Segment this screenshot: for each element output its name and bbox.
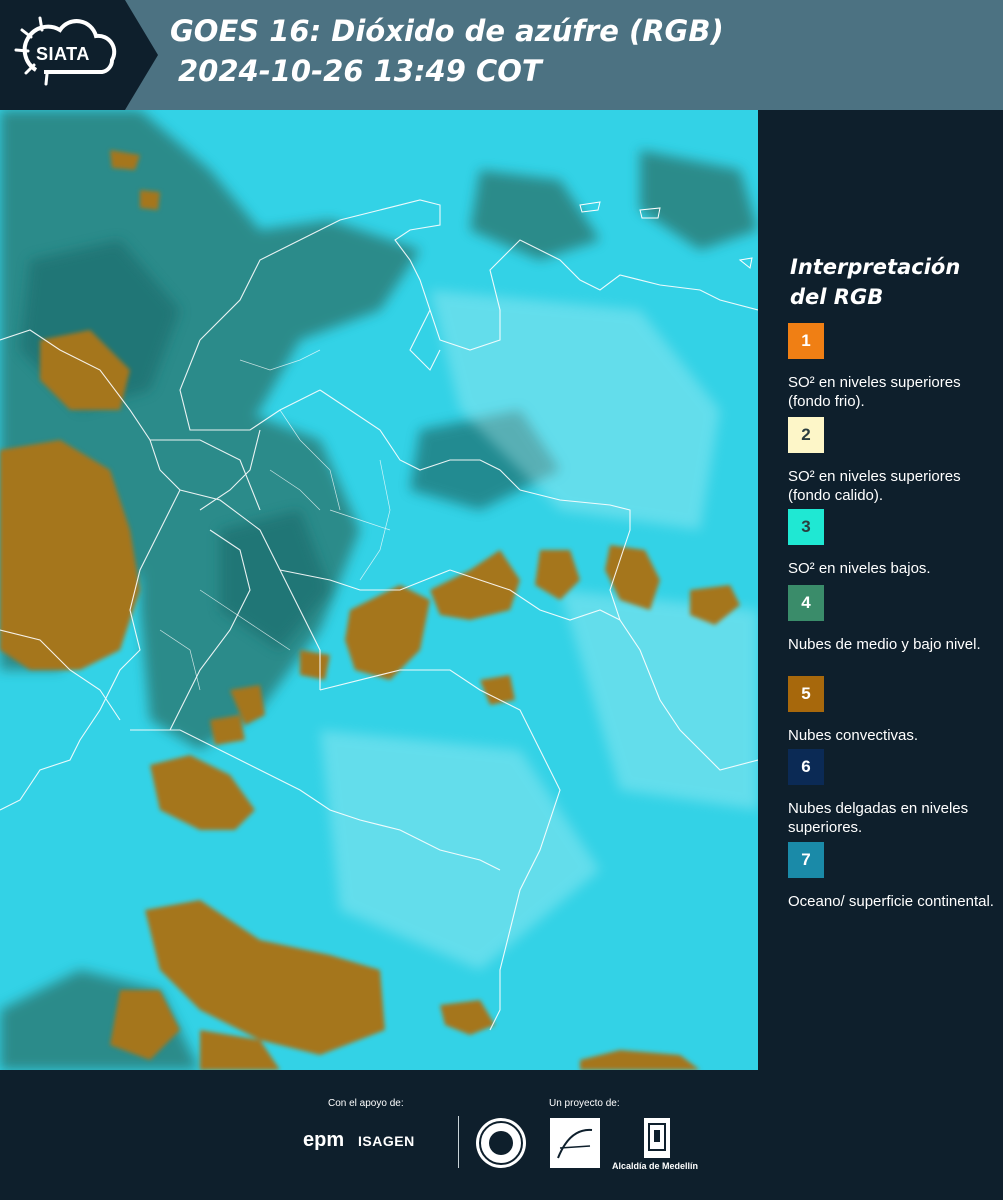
legend-item-3: 3 SO² en niveles bajos. [788, 509, 998, 578]
legend-label-1: SO² en niveles superiores (fondo frio). [788, 374, 961, 410]
legend-swatch-7: 7 [788, 842, 824, 878]
footer: Con el apoyo de: Un proyecto de: epm ISA… [0, 1070, 1003, 1200]
project-label: Un proyecto de: [549, 1098, 620, 1109]
legend-swatch-4: 4 [788, 585, 824, 621]
legend-panel: Interpretación del RGB 1 SO² en niveles … [758, 110, 1003, 1070]
epm-logo: epm [303, 1129, 345, 1151]
legend-label-4: Nubes de medio y bajo nivel. [788, 636, 981, 653]
legend-swatch-5: 5 [788, 676, 824, 712]
legend-item-1: 1 SO² en niveles superiores (fondo frio)… [788, 323, 998, 411]
legend-label-5: Nubes convectivas. [788, 727, 919, 744]
alcaldia-label: Alcaldía de Medellín [612, 1161, 699, 1171]
footer-divider [458, 1116, 459, 1168]
legend-swatch-6: 6 [788, 749, 824, 785]
legend-item-4: 4 Nubes de medio y bajo nivel. [788, 585, 998, 654]
legend-swatch-1: 1 [788, 323, 824, 359]
legend-swatch-3: 3 [788, 509, 824, 545]
support-label: Con el apoyo de: [328, 1098, 404, 1109]
legend-swatch-2: 2 [788, 417, 824, 453]
alcaldia-shield-icon [644, 1118, 670, 1158]
medellin-seal-logo [476, 1118, 526, 1168]
area-metropolitana-logo [550, 1118, 600, 1168]
legend-item-7: 7 Oceano/ superficie continental. [788, 842, 998, 911]
legend-item-6: 6 Nubes delgadas en niveles superiores. [788, 749, 998, 837]
map-title: GOES 16: Dióxido de azúfre (RGB) [170, 14, 724, 48]
legend-label-6: Nubes delgadas en niveles superiores. [788, 800, 969, 836]
legend-label-3: SO² en niveles bajos. [788, 560, 931, 577]
isagen-logo: ISAGEN [358, 1133, 415, 1149]
legend-title: Interpretación del RGB [790, 255, 961, 309]
legend-label-7: Oceano/ superficie continental. [788, 893, 994, 910]
legend-item-5: 5 Nubes convectivas. [788, 676, 998, 745]
satellite-map[interactable] [0, 110, 758, 1070]
legend-item-2: 2 SO² en niveles superiores (fondo calid… [788, 417, 998, 505]
header-bar: SIATA GOES 16: Dióxido de azúfre (RGB) 2… [0, 0, 1003, 110]
siata-logo: SIATA [0, 0, 158, 110]
map-timestamp: 2024-10-26 13:49 COT [178, 54, 542, 88]
siata-logo-text: SIATA [36, 44, 90, 64]
legend-label-2: SO² en niveles superiores (fondo calido)… [788, 468, 961, 504]
